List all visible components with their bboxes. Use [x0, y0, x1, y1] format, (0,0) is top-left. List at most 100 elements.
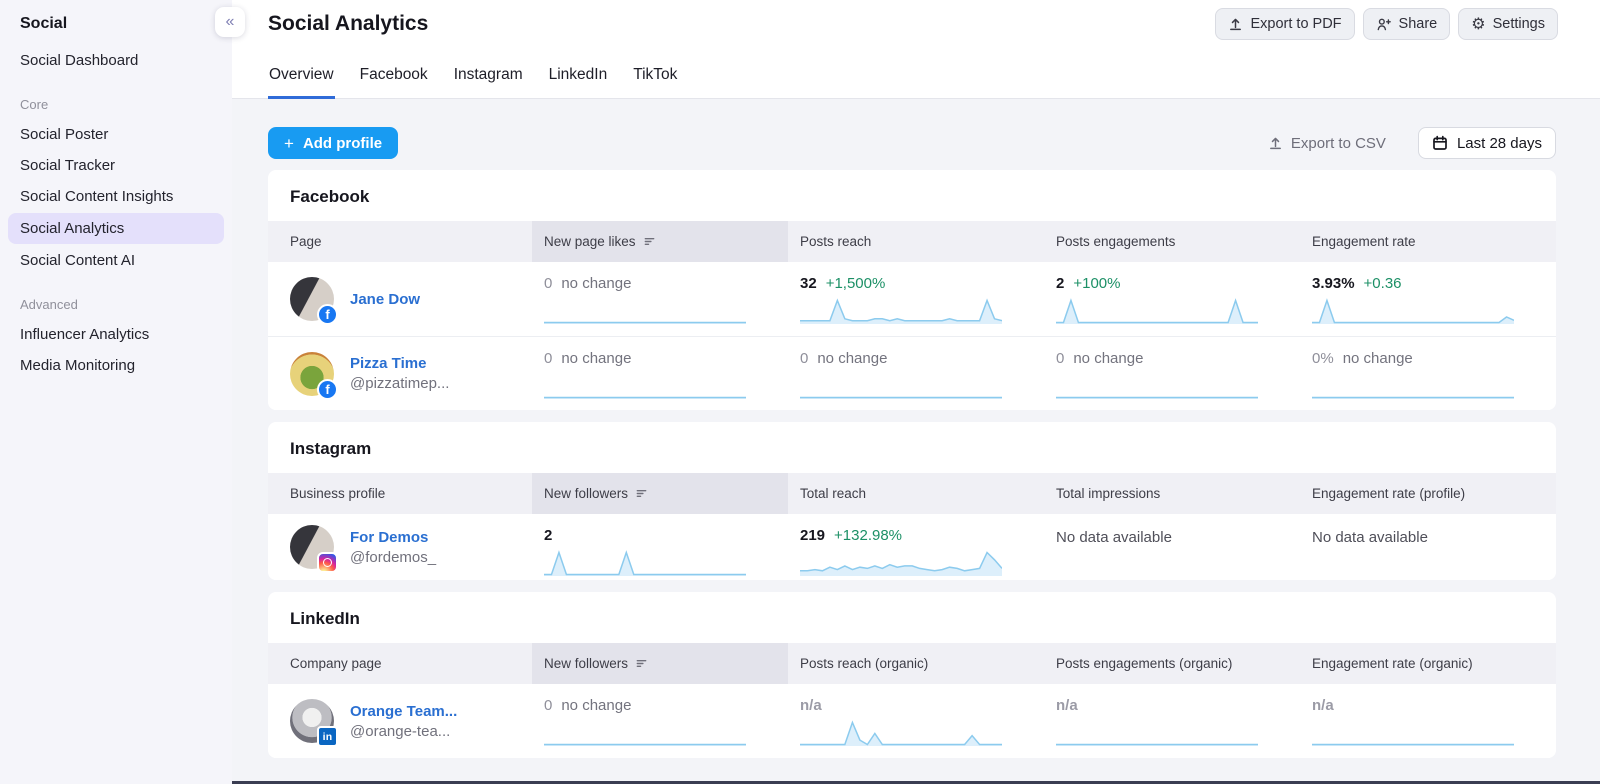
- profile-cell: For Demos @fordemos_: [268, 525, 532, 569]
- metric-value: n/a: [800, 697, 822, 714]
- toolbar: + Add profile Export to CSV Last 28 days: [268, 127, 1556, 159]
- export-csv-label: Export to CSV: [1291, 135, 1386, 152]
- metric-value: n/a: [1312, 697, 1334, 714]
- linkedin-table-header: Company page New followers Posts reach (…: [268, 643, 1556, 684]
- column-header-new-followers[interactable]: New followers: [532, 473, 788, 514]
- sort-descending-icon: [635, 487, 648, 500]
- metric-value: 0: [544, 697, 552, 714]
- sidebar-item-social-poster[interactable]: Social Poster: [0, 119, 232, 150]
- profile-cell: f Pizza Time @pizzatimep...: [268, 352, 532, 396]
- sidebar-collapse-button[interactable]: «: [215, 7, 245, 37]
- sidebar-item-social-dashboard[interactable]: Social Dashboard: [0, 45, 232, 76]
- metric-posts-engagements: 2+100%: [1044, 262, 1300, 324]
- upload-icon: [1228, 17, 1243, 32]
- settings-button[interactable]: ⚙ Settings: [1458, 8, 1558, 40]
- sparkline: [544, 720, 746, 746]
- sidebar-item-influencer-analytics[interactable]: Influencer Analytics: [0, 319, 232, 350]
- profile-link[interactable]: Pizza Time: [350, 355, 449, 372]
- column-header-engagement-rate-organic[interactable]: Engagement rate (organic): [1300, 656, 1556, 671]
- sparkline: [800, 550, 1002, 576]
- column-header-posts-reach-organic[interactable]: Posts reach (organic): [788, 656, 1044, 671]
- column-header-engagement-rate[interactable]: Engagement rate: [1300, 234, 1556, 249]
- metric-change: no change: [561, 697, 631, 714]
- metric-posts-reach: 32+1,500%: [788, 262, 1044, 324]
- metric-engagement-rate: 3.93%+0.36: [1300, 262, 1556, 324]
- column-header-posts-engagements[interactable]: Posts engagements: [1044, 234, 1300, 249]
- avatar[interactable]: f: [290, 277, 334, 321]
- column-header-posts-reach[interactable]: Posts reach: [788, 234, 1044, 249]
- tab-overview[interactable]: Overview: [268, 57, 335, 99]
- tab-facebook[interactable]: Facebook: [359, 57, 429, 99]
- date-range-button[interactable]: Last 28 days: [1418, 127, 1556, 159]
- metric-total-impressions: No data available: [1044, 514, 1300, 546]
- column-label: New followers: [544, 486, 628, 501]
- sidebar-section-advanced: Advanced: [0, 276, 232, 319]
- column-header-business-profile[interactable]: Business profile: [268, 486, 532, 501]
- metric-engagement-rate-profile: No data available: [1300, 514, 1556, 546]
- export-csv-button[interactable]: Export to CSV: [1262, 134, 1392, 153]
- sidebar-item-social-analytics[interactable]: Social Analytics: [8, 213, 224, 244]
- metric-posts-reach-organic: n/a: [788, 684, 1044, 746]
- profile-link[interactable]: For Demos: [350, 529, 436, 546]
- sparkline: [1312, 298, 1514, 324]
- column-header-page[interactable]: Page: [268, 234, 532, 249]
- metric-value: 0%: [1312, 350, 1334, 367]
- sidebar-item-social-content-insights[interactable]: Social Content Insights: [0, 181, 232, 212]
- tab-linkedin[interactable]: LinkedIn: [548, 57, 609, 99]
- sidebar-item-social-content-ai[interactable]: Social Content AI: [0, 245, 232, 276]
- facebook-card-title: Facebook: [268, 170, 1556, 221]
- profile-handle: @pizzatimep...: [350, 375, 449, 392]
- column-header-engagement-rate-profile[interactable]: Engagement rate (profile): [1300, 486, 1556, 501]
- avatar[interactable]: f: [290, 352, 334, 396]
- column-label: New page likes: [544, 234, 636, 249]
- profile-link[interactable]: Orange Team...: [350, 703, 457, 720]
- column-header-posts-engagements-organic[interactable]: Posts engagements (organic): [1044, 656, 1300, 671]
- calendar-icon: [1432, 135, 1448, 151]
- sort-descending-icon: [643, 235, 656, 248]
- linkedin-badge-icon: in: [317, 726, 338, 747]
- profile-link[interactable]: Jane Dow: [350, 291, 420, 308]
- sparkline: [544, 373, 746, 399]
- tab-instagram[interactable]: Instagram: [453, 57, 524, 99]
- linkedin-card-title: LinkedIn: [268, 592, 1556, 643]
- export-pdf-label: Export to PDF: [1250, 16, 1341, 32]
- sparkline: [1056, 298, 1258, 324]
- sparkline: [1312, 720, 1514, 746]
- sidebar-item-media-monitoring[interactable]: Media Monitoring: [0, 350, 232, 381]
- metric-value: 0: [544, 275, 552, 292]
- column-header-company-page[interactable]: Company page: [268, 656, 532, 671]
- metric-change: no change: [561, 275, 631, 292]
- metric-change: no change: [817, 350, 887, 367]
- column-header-total-impressions[interactable]: Total impressions: [1044, 486, 1300, 501]
- page-header: Social Analytics Export to PDF Share ⚙: [232, 0, 1600, 40]
- tab-tiktok[interactable]: TikTok: [632, 57, 678, 99]
- metric-total-reach: 219+132.98%: [788, 514, 1044, 576]
- profile-cell: in Orange Team... @orange-tea...: [268, 699, 532, 743]
- metric-value: 0: [544, 350, 552, 367]
- profile-handle: @fordemos_: [350, 549, 436, 566]
- share-button[interactable]: Share: [1363, 8, 1451, 40]
- metric-posts-engagements: 0no change: [1044, 337, 1300, 399]
- column-header-new-followers[interactable]: New followers: [532, 643, 788, 684]
- sort-descending-icon: [635, 657, 648, 670]
- column-header-new-page-likes[interactable]: New page likes: [532, 221, 788, 262]
- metric-change: no change: [1073, 350, 1143, 367]
- linkedin-card: LinkedIn Company page New followers Post…: [268, 592, 1556, 758]
- facebook-badge-icon: f: [317, 304, 338, 325]
- metric-value: 2: [1056, 275, 1064, 292]
- sidebar-item-social-tracker[interactable]: Social Tracker: [0, 150, 232, 181]
- avatar[interactable]: [290, 525, 334, 569]
- sparkline: [1056, 720, 1258, 746]
- column-header-total-reach[interactable]: Total reach: [788, 486, 1044, 501]
- metric-new-page-likes: 0 no change: [532, 262, 788, 324]
- table-row: f Pizza Time @pizzatimep... 0no change 0…: [268, 336, 1556, 410]
- metric-engagement-rate-organic: n/a: [1300, 684, 1556, 746]
- table-row: in Orange Team... @orange-tea... 0 no cha…: [268, 684, 1556, 758]
- add-profile-button[interactable]: + Add profile: [268, 127, 398, 159]
- no-data-label: No data available: [1312, 527, 1514, 546]
- upload-icon: [1268, 136, 1283, 151]
- export-pdf-button[interactable]: Export to PDF: [1215, 8, 1354, 40]
- sidebar-section-core: Core: [0, 76, 232, 119]
- avatar[interactable]: in: [290, 699, 334, 743]
- settings-label: Settings: [1493, 16, 1545, 32]
